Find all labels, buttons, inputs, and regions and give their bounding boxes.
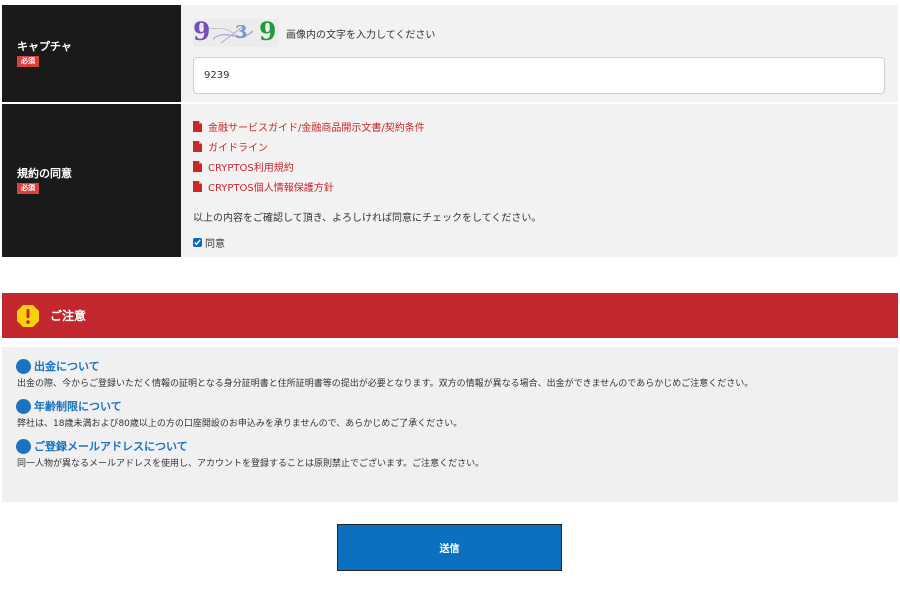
required-badge: 必須 bbox=[17, 183, 39, 194]
note-heading-label: 年齢制限について bbox=[34, 400, 122, 413]
note-text: 同一人物が異なるメールアドレスを使用し、アカウントを登録することは原則禁止でござ… bbox=[17, 459, 485, 469]
document-link-terms-of-use[interactable]: CRYPTOS利用規約 bbox=[193, 156, 886, 176]
terms-note: 以上の内容をご確認して頂き、よろしければ同意にチェックをしてください。 bbox=[193, 213, 542, 224]
document-icon bbox=[193, 140, 202, 152]
note-text: 出金の際、今からご登録いただく情報の証明となる身分証明書と住所証明書等の提出が必… bbox=[17, 379, 754, 389]
document-icon bbox=[193, 160, 202, 172]
document-links: 金融サービスガイド/金融商品開示文書/契約条件 ガイドライン CRYPTOS利用… bbox=[193, 116, 886, 196]
agree-checkbox[interactable] bbox=[193, 238, 202, 247]
required-badge: 必須 bbox=[17, 56, 39, 67]
document-link-guideline[interactable]: ガイドライン bbox=[193, 136, 886, 156]
note-text: 弊社は、18歳未満および80歳以上の方の口座開設のお申込みを承りませんので、あら… bbox=[17, 419, 463, 429]
document-link-label: CRYPTOS利用規約 bbox=[208, 162, 294, 174]
note-heading: 年齢制限について bbox=[16, 397, 884, 415]
document-icon bbox=[193, 180, 202, 192]
circle-bullet-icon bbox=[16, 438, 31, 454]
warning-icon bbox=[17, 304, 39, 327]
document-link-label: 金融サービスガイド/金融商品開示文書/契約条件 bbox=[208, 122, 425, 134]
captcha-char-2: 3 bbox=[235, 22, 248, 43]
agree-label: 同意 bbox=[205, 239, 225, 250]
circle-bullet-icon bbox=[16, 358, 31, 374]
note-heading-label: 出金について bbox=[34, 360, 100, 373]
captcha-input[interactable] bbox=[193, 57, 885, 94]
captcha-body: 9 3 9 画像内の文字を入力してください bbox=[181, 5, 898, 102]
terms-label-cell: 規約の同意 必須 bbox=[2, 104, 181, 257]
captcha-image: 9 3 9 bbox=[193, 19, 279, 47]
circle-bullet-icon bbox=[16, 398, 31, 414]
application-form: キャプチャ 必須 9 3 9 画像内の文字を入力してください 9239 規約の同… bbox=[2, 0, 898, 257]
note-heading-label: ご登録メールアドレスについて bbox=[34, 440, 188, 453]
caution-header: ご注意 bbox=[2, 293, 898, 338]
caution-title: ご注意 bbox=[50, 309, 87, 323]
terms-body: 金融サービスガイド/金融商品開示文書/契約条件 ガイドライン CRYPTOS利用… bbox=[181, 104, 898, 257]
submit-button[interactable]: 送信 bbox=[337, 524, 562, 571]
caution-notes: 出金について 出金の際、今からご登録いただく情報の証明となる身分証明書と住所証明… bbox=[2, 347, 898, 502]
note-heading: 出金について bbox=[16, 357, 884, 375]
document-link-privacy-policy[interactable]: CRYPTOS個人情報保護方針 bbox=[193, 176, 886, 196]
document-link-service-guide[interactable]: 金融サービスガイド/金融商品開示文書/契約条件 bbox=[193, 116, 886, 136]
captcha-label-cell: キャプチャ 必須 bbox=[2, 5, 181, 102]
document-icon bbox=[193, 120, 202, 132]
captcha-label: キャプチャ bbox=[17, 40, 72, 53]
agree-checkbox-label[interactable]: 同意 bbox=[193, 235, 886, 250]
terms-row: 規約の同意 必須 金融サービスガイド/金融商品開示文書/契約条件 ガイドライン … bbox=[2, 104, 898, 257]
note-heading: ご登録メールアドレスについて bbox=[16, 437, 884, 455]
captcha-hint: 画像内の文字を入力してください bbox=[286, 29, 436, 41]
captcha-line: 9 3 9 画像内の文字を入力してください bbox=[193, 18, 885, 48]
note-age-limit: 年齢制限について 弊社は、18歳未満および80歳以上の方の口座開設のお申込みを承… bbox=[16, 397, 884, 431]
captcha-char-3: 9 bbox=[259, 19, 277, 46]
captcha-char-1: 9 bbox=[193, 19, 211, 46]
document-link-label: ガイドライン bbox=[208, 142, 268, 154]
note-withdrawal: 出金について 出金の際、今からご登録いただく情報の証明となる身分証明書と住所証明… bbox=[16, 357, 884, 391]
captcha-row: キャプチャ 必須 9 3 9 画像内の文字を入力してください bbox=[2, 5, 898, 102]
terms-label: 規約の同意 bbox=[17, 167, 72, 180]
document-link-label: CRYPTOS個人情報保護方針 bbox=[208, 182, 334, 194]
note-email: ご登録メールアドレスについて 同一人物が異なるメールアドレスを使用し、アカウント… bbox=[16, 437, 884, 471]
